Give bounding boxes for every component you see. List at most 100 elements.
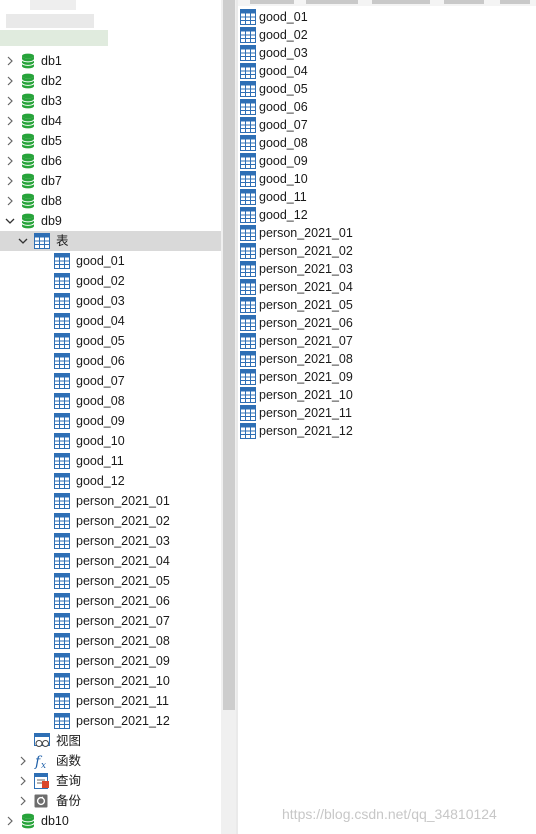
object-list-item[interactable]: person_2021_02 xyxy=(240,242,353,260)
tree-item-table[interactable]: good_11 xyxy=(0,451,221,471)
tree-item-database[interactable]: db8 xyxy=(0,191,221,211)
database-icon xyxy=(21,213,35,229)
object-list-item[interactable]: good_09 xyxy=(240,152,308,170)
object-list-item[interactable]: person_2021_11 xyxy=(240,404,352,422)
object-name: good_10 xyxy=(259,172,308,186)
blurred-connection-header xyxy=(0,0,221,50)
tree-item-database[interactable]: db7 xyxy=(0,171,221,191)
watermark: https://blog.csdn.net/qq_34810124 xyxy=(282,806,497,822)
tree-item-table[interactable]: good_10 xyxy=(0,431,221,451)
tree-item-database[interactable]: db1 xyxy=(0,51,221,71)
tree-scrollbar[interactable] xyxy=(221,0,236,834)
object-list-item[interactable]: person_2021_08 xyxy=(240,350,353,368)
tree-item-database[interactable]: db2 xyxy=(0,71,221,91)
chevron-right-icon[interactable] xyxy=(5,76,15,86)
chevron-right-icon[interactable] xyxy=(18,756,28,766)
svg-text:x: x xyxy=(41,761,46,769)
tree-item-database[interactable]: db10 xyxy=(0,811,221,831)
object-list-item[interactable]: good_10 xyxy=(240,170,308,188)
chevron-right-icon[interactable] xyxy=(5,136,15,146)
table-icon xyxy=(240,9,256,25)
tree-item-database[interactable]: db4 xyxy=(0,111,221,131)
table-icon xyxy=(54,633,70,649)
object-list-item[interactable]: person_2021_09 xyxy=(240,368,353,386)
tree-item-database-expanded[interactable]: db9 xyxy=(0,211,221,231)
object-list-item[interactable]: good_03 xyxy=(240,44,308,62)
tree-item-table[interactable]: good_07 xyxy=(0,371,221,391)
tree-item-table[interactable]: good_02 xyxy=(0,271,221,291)
tree-scrollbar-thumb[interactable] xyxy=(223,0,235,710)
tree-item-table[interactable]: person_2021_10 xyxy=(0,671,221,691)
tree-item-table[interactable]: person_2021_03 xyxy=(0,531,221,551)
object-list-item[interactable]: good_04 xyxy=(240,62,308,80)
tree-item-tables-folder[interactable]: 表 xyxy=(0,231,221,251)
object-list-item[interactable]: person_2021_03 xyxy=(240,260,353,278)
chevron-right-icon[interactable] xyxy=(18,776,28,786)
table-icon xyxy=(240,297,256,313)
table-name: person_2021_02 xyxy=(76,514,170,528)
database-name: db1 xyxy=(41,54,62,68)
object-list-item[interactable]: good_08 xyxy=(240,134,308,152)
tree-item-functions[interactable]: f x 函数 xyxy=(0,751,221,771)
tree-item-table[interactable]: person_2021_06 xyxy=(0,591,221,611)
table-icon xyxy=(240,63,256,79)
tree-item-database[interactable]: db6 xyxy=(0,151,221,171)
chevron-right-icon[interactable] xyxy=(18,796,28,806)
tree-item-table[interactable]: good_01 xyxy=(0,251,221,271)
tree-item-table[interactable]: good_05 xyxy=(0,331,221,351)
tree-item-queries[interactable]: 查询 xyxy=(0,771,221,791)
tree-item-table[interactable]: good_04 xyxy=(0,311,221,331)
tree-item-table[interactable]: good_03 xyxy=(0,291,221,311)
tree-item-table[interactable]: person_2021_07 xyxy=(0,611,221,631)
chevron-down-icon[interactable] xyxy=(5,216,15,226)
object-list-item[interactable]: good_11 xyxy=(240,188,307,206)
tree-item-database[interactable]: db5 xyxy=(0,131,221,151)
table-name: person_2021_04 xyxy=(76,554,170,568)
table-icon xyxy=(54,393,70,409)
chevron-right-icon[interactable] xyxy=(5,116,15,126)
tree-item-backups[interactable]: 备份 xyxy=(0,791,221,811)
object-list-item[interactable]: person_2021_06 xyxy=(240,314,353,332)
tree-item-table[interactable]: person_2021_08 xyxy=(0,631,221,651)
object-list-item[interactable]: good_05 xyxy=(240,80,308,98)
object-list-item[interactable]: person_2021_05 xyxy=(240,296,353,314)
object-list-item[interactable]: person_2021_07 xyxy=(240,332,353,350)
object-list-item[interactable]: person_2021_12 xyxy=(240,422,353,440)
tree-item-table[interactable]: good_09 xyxy=(0,411,221,431)
object-list-item[interactable]: good_12 xyxy=(240,206,308,224)
tree-item-table[interactable]: good_08 xyxy=(0,391,221,411)
object-list-item[interactable]: good_07 xyxy=(240,116,308,134)
chevron-down-icon[interactable] xyxy=(18,236,28,246)
tree-item-table[interactable]: person_2021_02 xyxy=(0,511,221,531)
table-icon xyxy=(240,117,256,133)
tree-item-table[interactable]: person_2021_04 xyxy=(0,551,221,571)
chevron-right-icon[interactable] xyxy=(5,156,15,166)
tree-item-table[interactable]: good_12 xyxy=(0,471,221,491)
tree-item-table[interactable]: person_2021_05 xyxy=(0,571,221,591)
object-list-item[interactable]: person_2021_01 xyxy=(240,224,353,242)
chevron-right-icon[interactable] xyxy=(5,176,15,186)
table-icon xyxy=(54,373,70,389)
chevron-right-icon[interactable] xyxy=(5,816,15,826)
tree-item-table[interactable]: person_2021_12 xyxy=(0,711,221,731)
tree-item-table[interactable]: person_2021_09 xyxy=(0,651,221,671)
object-list-item[interactable]: good_02 xyxy=(240,26,308,44)
chevron-right-icon[interactable] xyxy=(5,96,15,106)
chevron-right-icon[interactable] xyxy=(5,196,15,206)
tree-item-database[interactable]: db3 xyxy=(0,91,221,111)
object-list-item[interactable]: person_2021_10 xyxy=(240,386,353,404)
object-name: good_05 xyxy=(259,82,308,96)
tree-item-views[interactable]: 视图 xyxy=(0,731,221,751)
table-icon xyxy=(240,99,256,115)
object-list-item[interactable]: good_01 xyxy=(240,8,308,26)
tree-item-table[interactable]: good_06 xyxy=(0,351,221,371)
tree-item-table[interactable]: person_2021_11 xyxy=(0,691,221,711)
table-name: good_05 xyxy=(76,334,125,348)
object-list-item[interactable]: person_2021_04 xyxy=(240,278,353,296)
tree-item-table[interactable]: person_2021_01 xyxy=(0,491,221,511)
object-name: good_09 xyxy=(259,154,308,168)
object-list-item[interactable]: good_06 xyxy=(240,98,308,116)
chevron-right-icon[interactable] xyxy=(5,56,15,66)
table-name: person_2021_09 xyxy=(76,654,170,668)
